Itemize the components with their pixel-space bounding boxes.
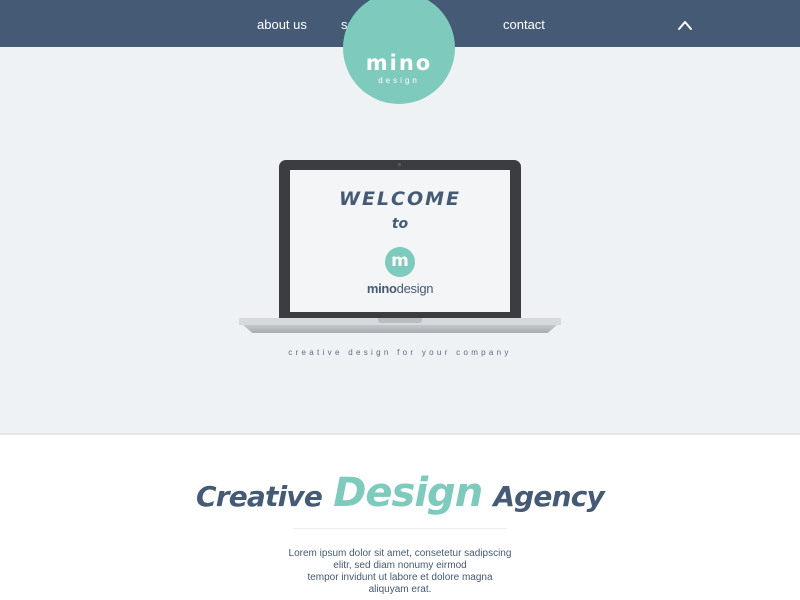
section-divider	[293, 528, 507, 529]
agency-title-design: Design	[333, 470, 483, 516]
agency-description: Lorem ipsum dolor sit amet, consetetur s…	[250, 548, 550, 596]
laptop-notch	[378, 318, 422, 323]
chevron-up-icon[interactable]	[677, 19, 693, 31]
mino-logo-icon: m	[385, 247, 415, 277]
description-line: tempor invidunt ut labore et dolore magn…	[307, 572, 493, 583]
logo-subtitle: design	[378, 76, 420, 85]
description-line: Lorem ipsum dolor sit amet, consetetur s…	[288, 548, 512, 559]
description-line: elitr, sed diam nonumy eirmod	[333, 560, 467, 571]
nav-link-about-us[interactable]: about us	[257, 17, 307, 33]
agency-title-agency: Agency	[493, 480, 604, 513]
laptop-camera	[398, 163, 401, 166]
nav-link-contact[interactable]: contact	[503, 17, 545, 33]
agency-heading: Creative Design Agency	[0, 470, 800, 516]
logo-wordmark: mino	[365, 51, 433, 75]
brand-rest-part: design	[396, 281, 434, 296]
screen-brand-name: minodesign	[290, 281, 510, 297]
welcome-heading: WELCOME	[338, 188, 462, 210]
brand-bold-part: mino	[366, 281, 397, 296]
hero-tagline: creative design for your company	[288, 348, 512, 357]
welcome-to-text: to	[391, 216, 409, 232]
description-line: aliquyam erat.	[368, 584, 432, 595]
agency-title-creative: Creative	[195, 480, 323, 513]
laptop-foot	[243, 325, 557, 333]
laptop-screen: WELCOME to m minodesign	[290, 170, 510, 312]
